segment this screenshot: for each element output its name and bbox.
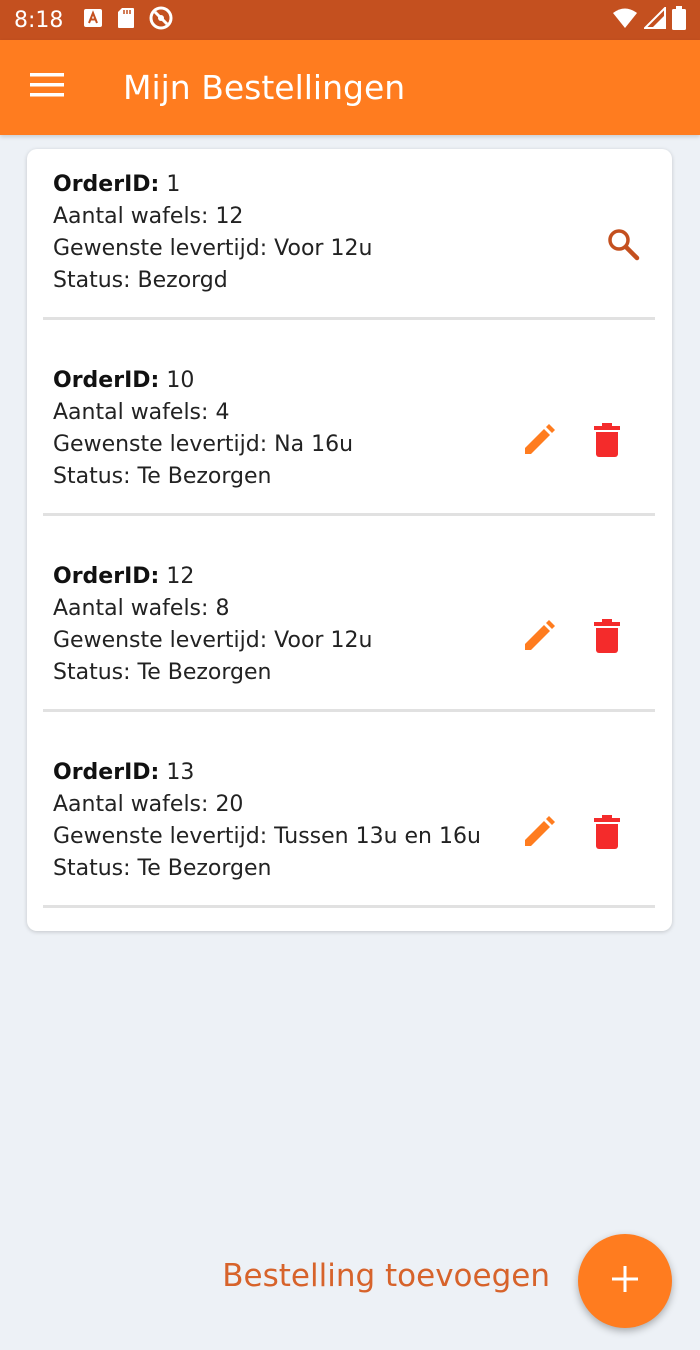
orders-list: OrderID: 1 Aantal wafels: 12 Gewenste le… (27, 149, 672, 931)
order-item[interactable]: OrderID: 12 Aantal wafels: 8 Gewenste le… (43, 541, 655, 713)
delete-order-button[interactable] (583, 418, 631, 466)
view-order-button[interactable] (599, 222, 647, 270)
quantity-label: Aantal wafels: (53, 204, 209, 229)
divider (43, 513, 655, 516)
divider (43, 709, 655, 712)
status-value: Te Bezorgen (137, 464, 272, 489)
order-id-value: 13 (166, 760, 195, 785)
menu-icon (30, 72, 64, 103)
order-id-value: 10 (166, 368, 195, 393)
delete-order-button[interactable] (583, 810, 631, 858)
delete-icon (594, 814, 620, 854)
quantity-value: 4 (215, 400, 230, 425)
search-icon (606, 227, 640, 266)
delivery-time-value: Tussen 13u en 16u (274, 824, 481, 849)
delivery-time-label: Gewenste levertijd: (53, 432, 268, 457)
delete-order-button[interactable] (583, 614, 631, 662)
quantity-value: 20 (215, 792, 244, 817)
wifi-icon (612, 7, 638, 34)
edit-icon (522, 423, 556, 462)
delete-icon (594, 422, 620, 462)
quantity-value: 12 (215, 204, 244, 229)
delivery-time-value: Voor 12u (274, 236, 373, 261)
order-id-label: OrderID: (53, 172, 160, 197)
quantity-value: 8 (215, 596, 230, 621)
status-label: Status: (53, 856, 131, 881)
quantity-label: Aantal wafels: (53, 596, 209, 621)
quantity-label: Aantal wafels: (53, 792, 209, 817)
delivery-time-value: Voor 12u (274, 628, 373, 653)
status-value: Te Bezorgen (137, 660, 272, 685)
delivery-time-label: Gewenste levertijd: (53, 236, 268, 261)
edit-icon (522, 815, 556, 854)
status-time: 8:18 (14, 7, 64, 33)
order-info: OrderID: 13 Aantal wafels: 20 Gewenste l… (53, 757, 481, 885)
signal-icon (642, 5, 666, 34)
page-title: Mijn Bestellingen (123, 68, 406, 107)
edit-icon (522, 619, 556, 658)
sd-card-icon (117, 7, 135, 34)
status-label: Status: (53, 660, 131, 685)
order-id-label: OrderID: (53, 564, 160, 589)
delete-icon (594, 618, 620, 658)
order-item[interactable]: OrderID: 10 Aantal wafels: 4 Gewenste le… (43, 345, 655, 517)
delivery-time-label: Gewenste levertijd: (53, 628, 268, 653)
order-id-label: OrderID: (53, 760, 160, 785)
order-id-value: 12 (166, 564, 195, 589)
order-info: OrderID: 1 Aantal wafels: 12 Gewenste le… (53, 169, 372, 297)
plus-icon (612, 1265, 638, 1297)
order-id-label: OrderID: (53, 368, 160, 393)
menu-button[interactable] (15, 56, 79, 120)
status-value: Te Bezorgen (137, 856, 272, 881)
edit-order-button[interactable] (515, 418, 563, 466)
delivery-time-label: Gewenste levertijd: (53, 824, 268, 849)
add-order-button[interactable] (578, 1234, 672, 1328)
divider (43, 905, 655, 908)
order-id-value: 1 (166, 172, 181, 197)
status-bar: 8:18 (0, 0, 700, 40)
order-info: OrderID: 10 Aantal wafels: 4 Gewenste le… (53, 365, 353, 493)
edit-order-button[interactable] (515, 614, 563, 662)
status-label: Status: (53, 464, 131, 489)
status-value: Bezorgd (137, 268, 228, 293)
add-order-label[interactable]: Bestelling toevoegen (222, 1258, 550, 1294)
delivery-time-value: Na 16u (274, 432, 354, 457)
app-bar: Mijn Bestellingen (0, 40, 700, 135)
quantity-label: Aantal wafels: (53, 400, 209, 425)
battery-icon (672, 5, 686, 35)
divider (43, 317, 655, 320)
a-notification-icon (83, 8, 103, 33)
status-label: Status: (53, 268, 131, 293)
order-item[interactable]: OrderID: 13 Aantal wafels: 20 Gewenste l… (43, 737, 655, 909)
dnd-icon (149, 6, 173, 35)
order-info: OrderID: 12 Aantal wafels: 8 Gewenste le… (53, 561, 372, 689)
edit-order-button[interactable] (515, 810, 563, 858)
order-item[interactable]: OrderID: 1 Aantal wafels: 12 Gewenste le… (43, 149, 655, 321)
